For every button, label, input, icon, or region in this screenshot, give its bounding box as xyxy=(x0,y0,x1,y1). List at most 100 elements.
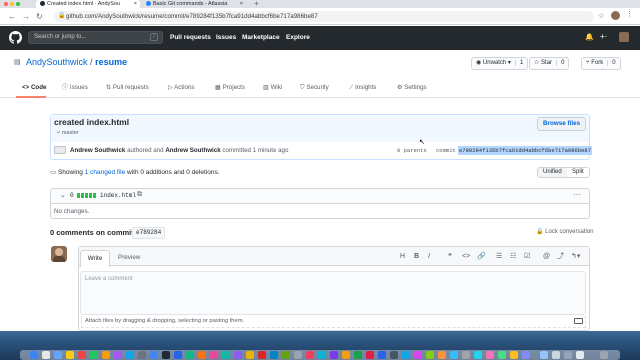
document-icon[interactable] xyxy=(576,351,584,359)
bookmark-star-icon[interactable]: ☆ xyxy=(598,12,604,20)
reply-icon[interactable]: ↰▾ xyxy=(571,252,580,262)
zoom-window-dot[interactable] xyxy=(16,2,20,6)
tab-pull-requests[interactable]: ⇅ Pull requests xyxy=(106,83,149,93)
app-icon[interactable] xyxy=(426,351,434,359)
numbered-list-icon[interactable]: ☷ xyxy=(510,252,516,262)
app-icon[interactable] xyxy=(402,351,410,359)
code-icon[interactable]: <> xyxy=(462,252,470,262)
repo-owner-link[interactable]: AndySouthwick xyxy=(26,57,88,67)
unwatch-button[interactable]: ◉ Unwatch ▾ 1 xyxy=(471,57,529,70)
file-options-icon[interactable]: ··· xyxy=(573,190,581,199)
lock-conversation-button[interactable]: 🔒 Lock conversation xyxy=(536,228,594,237)
app-icon[interactable] xyxy=(390,351,398,359)
bold-icon[interactable]: B xyxy=(414,252,419,262)
app-icon[interactable] xyxy=(438,351,446,359)
tab-close-icon[interactable]: × xyxy=(240,0,243,8)
commit-sha[interactable]: e789284f135b7fca91dd4abbcf6be717a986be87 xyxy=(458,146,593,155)
messages-icon[interactable] xyxy=(90,351,98,359)
profile-avatar[interactable] xyxy=(611,11,620,20)
app-icon[interactable] xyxy=(522,351,530,359)
tab-close-icon[interactable]: × xyxy=(134,0,137,8)
tab-code[interactable]: <> Code xyxy=(22,83,46,93)
link-icon[interactable]: 🔗 xyxy=(477,252,486,262)
notes-icon[interactable] xyxy=(66,351,74,359)
app-icon[interactable] xyxy=(318,351,326,359)
tab-security[interactable]: ⛉ Security xyxy=(300,83,329,93)
fork-button[interactable]: ⑂ Fork 0 xyxy=(581,57,621,70)
app-icon[interactable] xyxy=(450,351,458,359)
url-field[interactable]: 🔒 github.com/AndySouthwick/resume/commit… xyxy=(54,11,594,22)
github-logo-icon[interactable] xyxy=(9,31,22,44)
app-icon[interactable] xyxy=(186,351,194,359)
app-icon[interactable] xyxy=(498,351,506,359)
browser-tab[interactable]: Basic Git commands - Atlassia × xyxy=(142,0,246,8)
committer-link[interactable]: Andrew Southwick xyxy=(165,147,220,154)
app-icon[interactable] xyxy=(294,351,302,359)
bulleted-list-icon[interactable]: ☰ xyxy=(496,252,502,262)
app-icon[interactable] xyxy=(258,351,266,359)
app-store-icon[interactable] xyxy=(126,351,134,359)
nav-pull-requests[interactable]: Pull requests xyxy=(170,31,211,44)
tab-write[interactable]: Write xyxy=(80,250,110,267)
tab-wiki[interactable]: ▥ Wiki xyxy=(263,83,282,93)
calendar-icon[interactable] xyxy=(78,351,86,359)
comment-textarea[interactable]: Leave a comment xyxy=(80,271,586,315)
browser-tab-active[interactable]: Created index.html · AndySou × xyxy=(36,0,140,8)
launchpad-icon[interactable] xyxy=(42,351,50,359)
app-icon[interactable] xyxy=(486,351,494,359)
system-preferences-icon[interactable] xyxy=(138,351,146,359)
copy-path-icon[interactable]: ⧉ xyxy=(137,191,142,199)
safari-icon[interactable] xyxy=(54,351,62,359)
new-tab-button[interactable]: + xyxy=(254,0,259,8)
attach-files-area[interactable]: Attach files by dragging & dropping, sel… xyxy=(81,316,586,328)
photos-icon[interactable] xyxy=(102,351,110,359)
collapse-chevron-icon[interactable]: ⌄ xyxy=(60,191,66,199)
short-sha-badge[interactable]: e789284 xyxy=(132,227,166,239)
italic-icon[interactable]: I xyxy=(428,252,430,262)
markdown-icon[interactable] xyxy=(574,318,583,324)
terminal-icon[interactable] xyxy=(162,351,170,359)
downloads-folder-icon[interactable] xyxy=(540,351,548,359)
app-icon[interactable] xyxy=(246,351,254,359)
vscode-icon[interactable] xyxy=(174,351,182,359)
tab-settings[interactable]: ⚙ Settings xyxy=(397,83,427,93)
app-icon[interactable] xyxy=(474,351,482,359)
file-name[interactable]: index.html xyxy=(100,192,136,200)
tab-preview[interactable]: Preview xyxy=(118,252,140,264)
repo-name-link[interactable]: resume xyxy=(95,57,127,67)
author-link[interactable]: Andrew Southwick xyxy=(70,147,125,154)
reference-icon[interactable]: ⤴ xyxy=(557,252,564,262)
nav-marketplace[interactable]: Marketplace xyxy=(242,31,280,44)
heading-icon[interactable]: H xyxy=(400,252,405,262)
author-avatars[interactable] xyxy=(54,146,66,154)
notification-bell-icon[interactable]: 🔔 xyxy=(585,33,594,41)
app-icon[interactable] xyxy=(414,351,422,359)
nav-explore[interactable]: Explore xyxy=(286,31,310,44)
app-icon[interactable] xyxy=(198,351,206,359)
trash-icon[interactable] xyxy=(600,351,608,359)
tab-actions[interactable]: ▷ Actions xyxy=(168,83,194,93)
nav-issues[interactable]: Issues xyxy=(216,31,236,44)
app-icon[interactable] xyxy=(462,351,470,359)
mention-icon[interactable]: @ xyxy=(543,252,550,262)
finder-icon[interactable] xyxy=(30,351,38,359)
browser-menu-icon[interactable]: ⋮ xyxy=(626,10,633,18)
document-icon[interactable] xyxy=(552,351,560,359)
app-icon[interactable] xyxy=(354,351,362,359)
forward-arrow-icon[interactable]: → xyxy=(22,8,30,25)
user-avatar[interactable] xyxy=(619,32,629,42)
tab-issues[interactable]: ⓘ Issues xyxy=(62,83,88,93)
app-icon[interactable] xyxy=(510,351,518,359)
tab-projects[interactable]: ▦ Projects xyxy=(215,83,245,93)
document-icon[interactable] xyxy=(564,351,572,359)
chrome-icon[interactable] xyxy=(150,351,158,359)
close-window-dot[interactable] xyxy=(4,2,8,6)
app-icon[interactable] xyxy=(378,351,386,359)
tab-insights[interactable]: ⟋ Insights xyxy=(349,83,376,93)
search-input[interactable]: Search or jump to... xyxy=(28,31,163,44)
app-icon[interactable] xyxy=(222,351,230,359)
branch-label[interactable]: ⑂ master xyxy=(57,130,79,137)
app-icon[interactable] xyxy=(342,351,350,359)
changed-files-link[interactable]: 1 changed file xyxy=(85,169,125,176)
app-icon[interactable] xyxy=(282,351,290,359)
